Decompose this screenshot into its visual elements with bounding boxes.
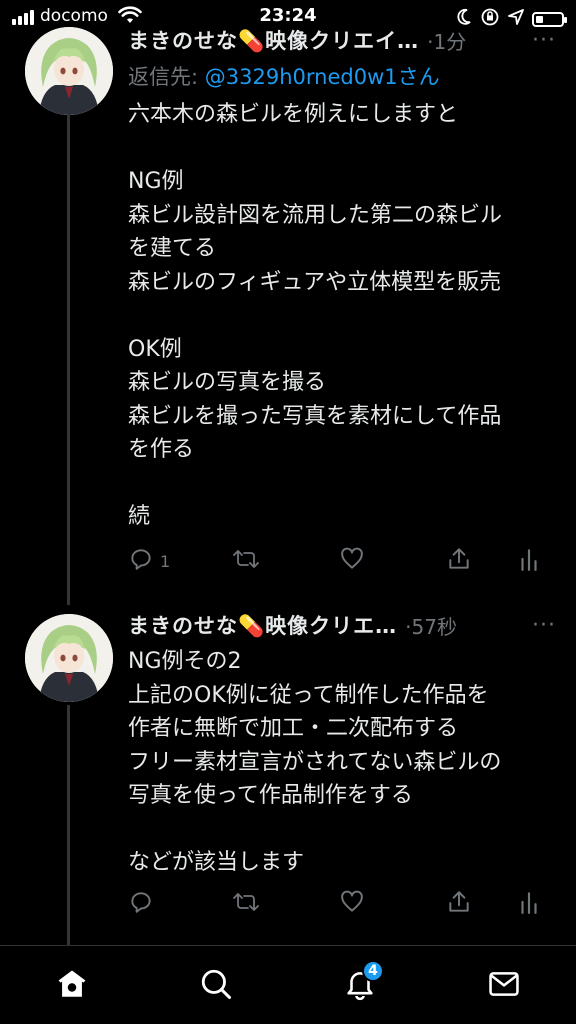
tweet-line: 写真を使って作品制作をする [128, 783, 413, 808]
tweet-line: 作者に無断で加工・二次配布する [128, 716, 459, 741]
thread-line-bottom [67, 705, 70, 945]
home-icon [55, 967, 89, 1005]
reply-button[interactable] [128, 889, 160, 919]
retweet-button[interactable] [232, 889, 266, 919]
bottom-nav: 4 [0, 946, 576, 1024]
nav-home-button[interactable] [52, 966, 92, 1006]
notification-badge: 4 [362, 960, 384, 982]
tweet-time[interactable]: ·57秒 [405, 611, 457, 640]
analytics-icon [518, 889, 540, 919]
tweet-2[interactable]: まきのせな💊映像クリエ… ·57秒 ··· NG例その2 上記のOK例に従って制… [0, 0, 576, 945]
tweet-line: NG例その2 [128, 649, 242, 674]
nav-messages-button[interactable] [484, 966, 524, 1006]
share-icon [446, 889, 472, 919]
search-icon [199, 967, 233, 1005]
tweet-line: などが該当します [128, 850, 305, 875]
share-button[interactable] [446, 889, 472, 919]
mail-icon [487, 967, 521, 1005]
author-name[interactable]: まきのせな💊映像クリエ… [128, 610, 397, 640]
like-button[interactable] [339, 889, 371, 919]
tweet-actions [128, 889, 548, 919]
nav-notifications-button[interactable]: 4 [340, 960, 384, 1006]
reply-icon [128, 889, 154, 919]
tweet-line: 上記のOK例に従って制作した作品を [128, 682, 489, 708]
nav-search-button[interactable] [196, 966, 236, 1006]
avatar[interactable] [25, 614, 113, 702]
tweet-line: フリー素材宣言がされてない森ビルの [128, 749, 502, 775]
heart-icon [339, 889, 365, 919]
tweet-text: NG例その2 上記のOK例に従って制作した作品を 作者に無断で加工・二次配布する… [128, 645, 558, 880]
retweet-icon [232, 889, 260, 919]
analytics-button[interactable] [518, 889, 540, 919]
tweet-line [128, 813, 558, 847]
more-options-icon[interactable]: ··· [532, 613, 556, 638]
